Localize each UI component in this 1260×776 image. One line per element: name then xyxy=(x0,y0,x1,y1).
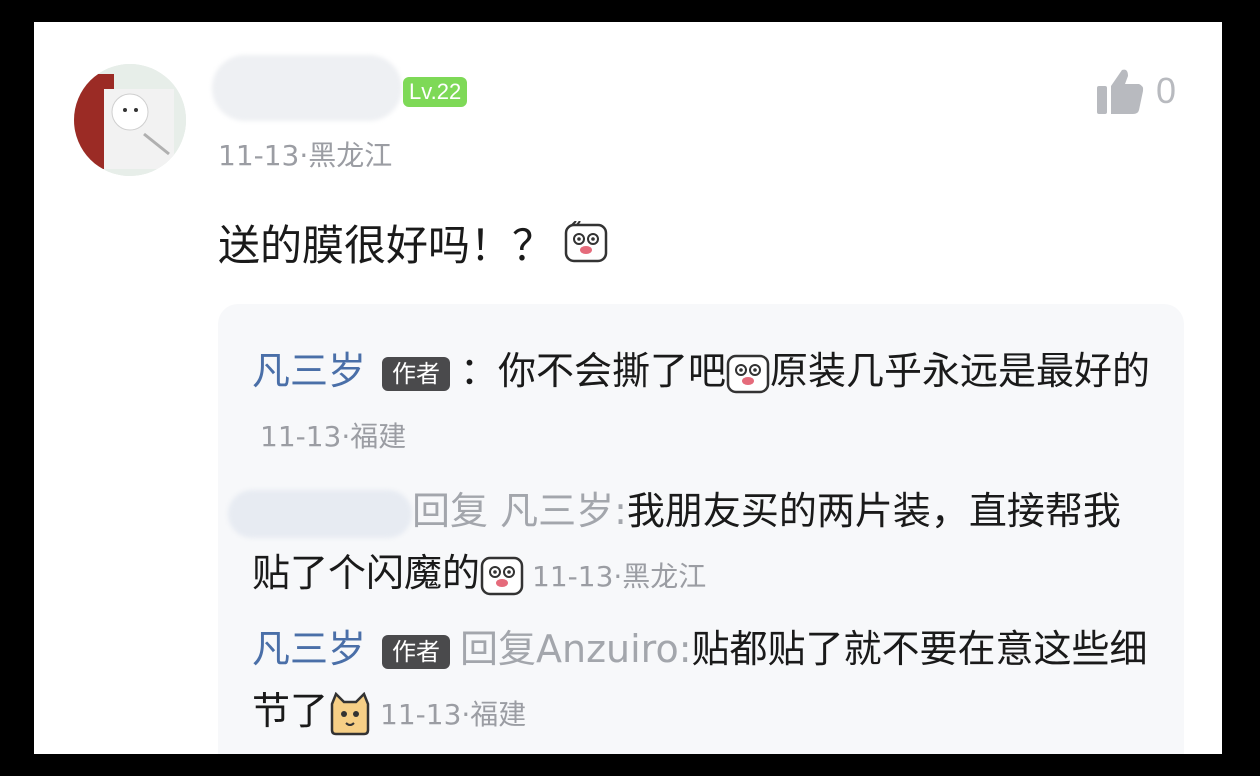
reply-item: 凡三岁 作者 ：你不会撕了吧 原装几乎永远是最好的 11-13·福建 xyxy=(252,340,1157,468)
reply-thread: 凡三岁 作者 ：你不会撕了吧 原装几乎永远是最好的11-13·福建 回复 凡三岁:我… xyxy=(218,304,1184,754)
comment-body: 送的膜很好吗！？ xyxy=(218,212,608,273)
avatar[interactable] xyxy=(74,64,186,176)
reply-time: 11-13·福建 xyxy=(380,698,527,731)
reply-item: 回复 凡三岁:我朋友买的两片装，直接帮我贴了个闪魔的 11-13·黑龙江 xyxy=(228,480,1157,608)
surprised-face-emoji xyxy=(564,219,608,265)
like-count: 0 xyxy=(1156,70,1177,111)
author-badge: 作者 xyxy=(382,634,451,669)
reply-prefix: 回复Anzuiro: xyxy=(460,627,692,671)
level-badge: Lv.22 xyxy=(403,77,468,107)
reply-text-part1: ：你不会撕了吧 xyxy=(460,349,727,393)
comment-card: Lv.22 11-13·黑龙江 0 送的膜很好吗！？ 凡三岁 作者 ：你不会撕了吧 xyxy=(34,22,1222,754)
reply-prefix: 回复 凡三岁: xyxy=(412,489,627,533)
surprised-face-emoji xyxy=(726,352,770,396)
comment-text: 送的膜很好吗！？ xyxy=(218,221,555,270)
reply-text-part2: 原装几乎永远是最好的 xyxy=(770,349,1151,393)
username-blurred[interactable] xyxy=(212,55,402,121)
reply-author[interactable]: 凡三岁 xyxy=(252,627,366,671)
author-badge: 作者 xyxy=(382,356,451,391)
cat-face-emoji xyxy=(328,691,372,736)
comment-meta: 11-13·黑龙江 xyxy=(218,139,393,172)
reply-time: 11-13·黑龙江 xyxy=(532,560,707,593)
reply-author[interactable]: 凡三岁 xyxy=(252,349,366,393)
reply-time: 11-13·福建 xyxy=(260,420,407,453)
surprised-face-emoji xyxy=(480,554,524,598)
thumbs-up-icon[interactable] xyxy=(1094,66,1146,118)
blurred-username[interactable] xyxy=(228,489,412,538)
reply-item: 凡三岁 作者 回复Anzuiro:贴都贴了就不要在意这些细节了 11-13·福建 xyxy=(252,618,1157,746)
